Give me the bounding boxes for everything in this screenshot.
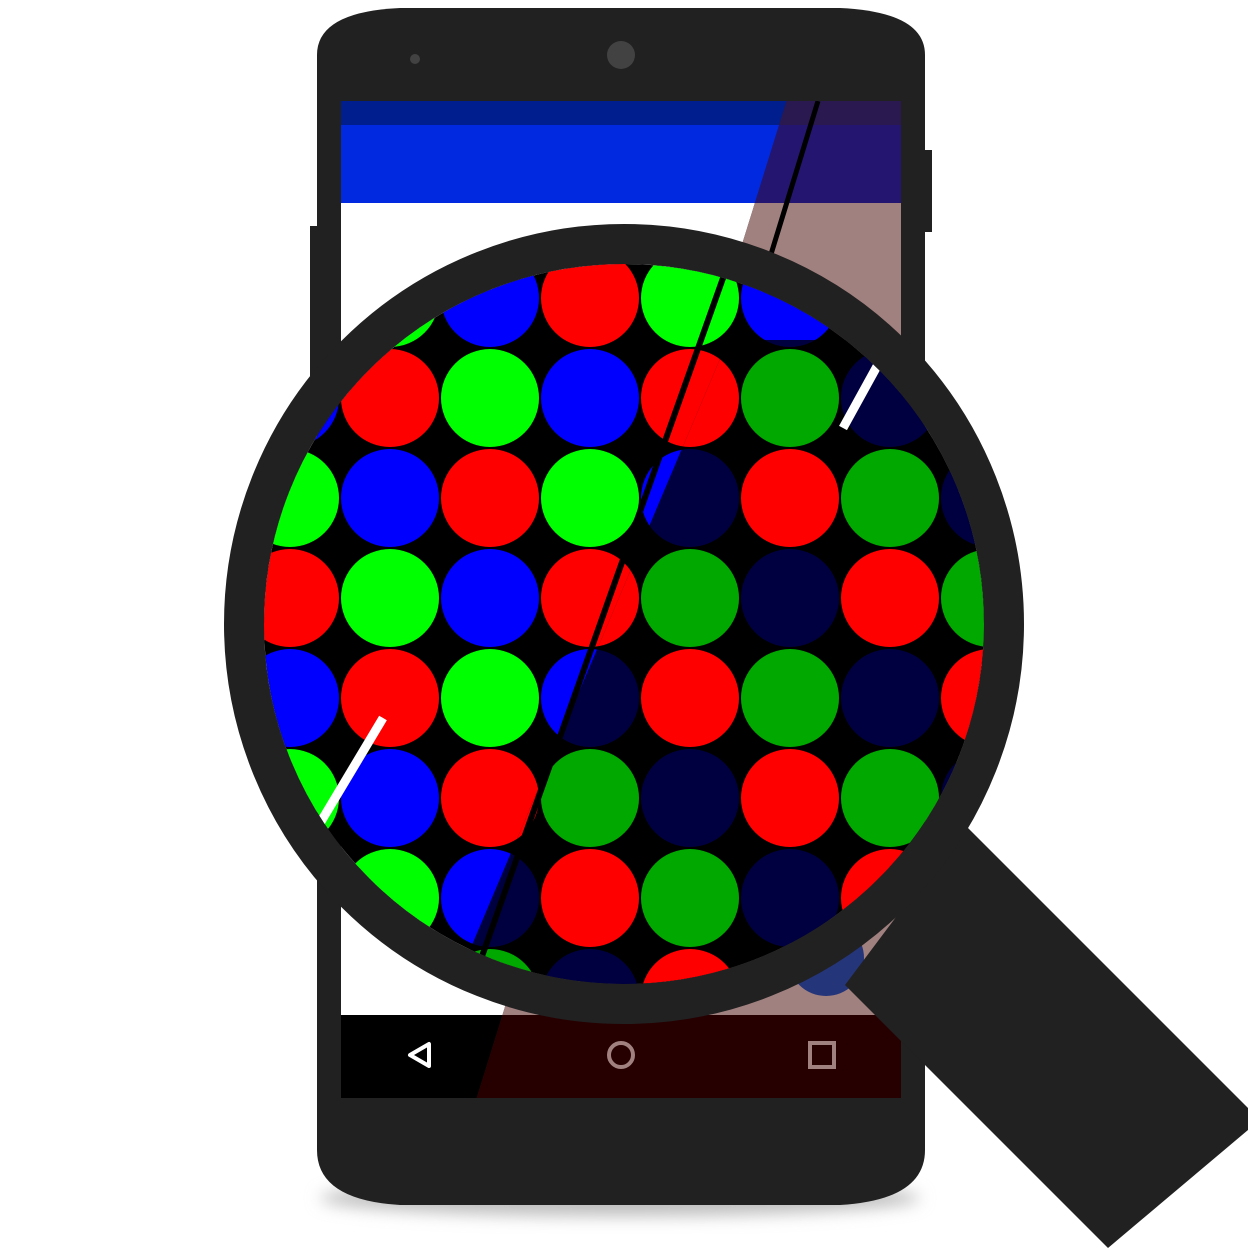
subpixel-g xyxy=(641,849,739,947)
subpixel-b xyxy=(141,249,239,347)
camera-icon xyxy=(607,41,635,69)
subpixel-g xyxy=(941,340,984,347)
subpixel-r xyxy=(341,649,439,747)
subpixel-r xyxy=(441,449,539,547)
subpixel-b xyxy=(641,749,739,847)
subpixel-r xyxy=(141,1049,239,1147)
subpixel-r xyxy=(1041,449,1139,547)
subpixel-b xyxy=(1041,249,1139,347)
subpixel-b xyxy=(941,149,1039,247)
subpixel-g xyxy=(941,264,984,347)
subpixel-r xyxy=(141,449,239,547)
subpixel-g xyxy=(1041,649,1139,747)
subpixel-g xyxy=(741,349,839,447)
subpixel-g xyxy=(841,449,939,547)
subpixel-g xyxy=(341,549,439,647)
subpixel-r xyxy=(141,149,239,247)
subpixel-r xyxy=(141,449,239,547)
subpixel-r xyxy=(741,449,839,547)
subpixel-g xyxy=(541,749,639,847)
subpixel-g xyxy=(141,649,239,747)
subpixel-r xyxy=(1041,149,1139,247)
subpixel-r xyxy=(1041,749,1139,847)
subpixel-b xyxy=(141,249,239,347)
subpixel-g xyxy=(141,349,239,447)
subpixel-r xyxy=(1041,749,1139,847)
subpixel-r xyxy=(541,849,639,947)
subpixel-g xyxy=(541,449,639,547)
subpixel-r xyxy=(141,749,239,847)
subpixel-b xyxy=(141,849,239,947)
subpixel-g xyxy=(441,649,539,747)
subpixel-g xyxy=(1041,349,1139,447)
subpixel-b xyxy=(1041,549,1139,647)
subpixel-r xyxy=(141,1049,239,1147)
subpixel-g xyxy=(141,349,239,447)
phone-magnifier-illustration xyxy=(141,8,1248,1248)
subpixel-b xyxy=(341,449,439,547)
subpixel-r xyxy=(641,649,739,747)
subpixel-r xyxy=(141,749,239,847)
speaker-dot-icon xyxy=(410,54,420,64)
subpixel-b xyxy=(741,549,839,647)
subpixel-b xyxy=(541,349,639,447)
subpixel-g xyxy=(441,349,539,447)
subpixel-g xyxy=(1041,649,1139,747)
subpixel-g xyxy=(641,549,739,647)
subpixel-r xyxy=(1041,449,1139,547)
subpixel-r xyxy=(841,549,939,647)
subpixel-g xyxy=(741,649,839,747)
subpixel-r xyxy=(741,749,839,847)
subpixel-r xyxy=(141,149,239,247)
subpixel-g xyxy=(1041,349,1139,447)
subpixel-r xyxy=(1041,149,1139,247)
subpixel-g xyxy=(141,949,239,1047)
subpixel-b xyxy=(141,849,239,947)
subpixel-b xyxy=(841,649,939,747)
subpixel-b xyxy=(1041,549,1139,647)
subpixel-b xyxy=(441,549,539,647)
subpixel-g xyxy=(141,949,239,1047)
subpixel-b xyxy=(1041,249,1139,347)
subpixel-g xyxy=(141,649,239,747)
subpixel-b xyxy=(941,149,1039,247)
